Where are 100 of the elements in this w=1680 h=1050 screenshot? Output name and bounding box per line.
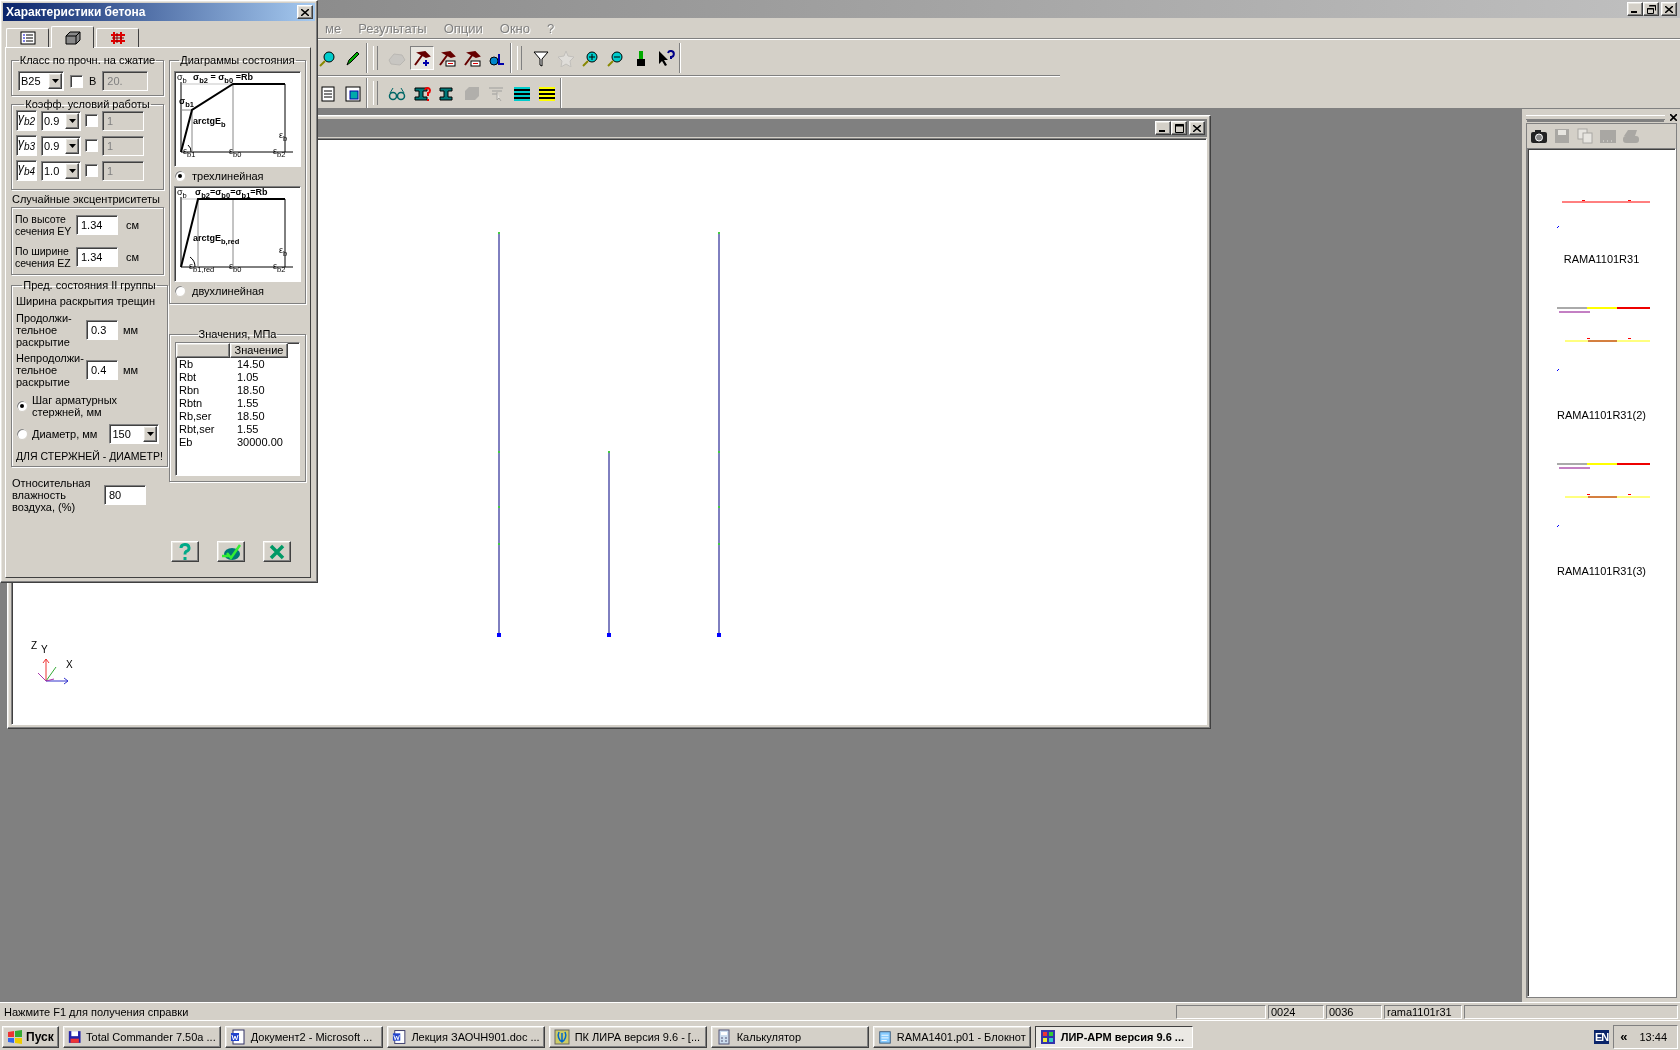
dropdown-button[interactable] (65, 112, 79, 129)
field-label: Продолжи-тельное раскрытие (16, 312, 73, 348)
dialog-title: Характеристики бетона (6, 5, 146, 19)
caret-icon (51, 79, 59, 83)
checkbox[interactable] (85, 114, 98, 127)
diagram-label: ε$_{b2}$ (273, 146, 286, 160)
unit-label: см (125, 219, 140, 231)
help-cursor-icon (657, 49, 675, 67)
close-button[interactable] (1661, 2, 1677, 16)
taskbar-button[interactable]: RAMA1401.p01 - Блокнот (872, 1025, 1031, 1048)
language-indicator[interactable]: EN (1593, 1029, 1610, 1044)
input-field[interactable]: 1.34 (76, 215, 118, 235)
radio-button[interactable] (174, 170, 186, 182)
table-cell: 1.55 (237, 423, 259, 436)
radio-button[interactable] (16, 428, 28, 440)
cube-icon (64, 30, 81, 45)
dropdown-button[interactable] (48, 73, 62, 89)
document-icon (391, 1028, 407, 1045)
camera-icon[interactable] (1530, 128, 1548, 144)
thumbnail-label: RAMA1101R31(3) (1556, 565, 1647, 577)
input-field[interactable]: 1.34 (76, 247, 118, 267)
radio-button[interactable] (16, 400, 28, 412)
windows-logo-icon (7, 1029, 23, 1044)
tab[interactable] (6, 28, 49, 47)
taskbar-button[interactable]: ПК ЛИРА версия 9.6 - [... (548, 1025, 707, 1048)
status-field: rama1101r31 (1384, 1004, 1462, 1019)
diagram-label: σ$_{b2}$=σ$_{b0}$=σ$_{b1}$=Rb (195, 187, 268, 201)
checkbox[interactable] (70, 74, 83, 88)
help-button[interactable] (171, 541, 199, 562)
taskbar-button[interactable]: Лекция ЗАОЧН901.doc ... (386, 1025, 545, 1048)
ok-button[interactable] (217, 541, 245, 562)
table-cell-text: Rbt,ser (179, 423, 216, 436)
field-label: Непродолжи-тельное раскрытие (16, 352, 84, 388)
input-field[interactable]: 0.4 (86, 360, 118, 380)
check-icon (221, 542, 241, 561)
input-field[interactable]: 0.3 (86, 320, 118, 340)
close-icon (1193, 124, 1201, 132)
layers-icon (538, 84, 556, 102)
group-label: Значения, МПа (197, 328, 278, 340)
radio-label: Шаг арматурных стержней, мм (32, 394, 119, 418)
checkbox[interactable] (85, 139, 98, 152)
tab[interactable] (51, 26, 94, 48)
dropdown[interactable]: 0.9 (41, 135, 81, 156)
floppy-icon (67, 1028, 82, 1045)
panel-grip[interactable] (1526, 114, 1665, 120)
hammer-plus-button[interactable] (410, 46, 434, 70)
table-cell: 18.50 (237, 410, 265, 423)
restore-button[interactable] (1643, 2, 1659, 16)
hammer-plus-icon (413, 49, 431, 67)
maximize-button[interactable] (1171, 121, 1187, 135)
start-button[interactable]: Пуск (2, 1025, 59, 1048)
column-header[interactable]: Значение (230, 343, 288, 358)
clock: 13:44 (1639, 1030, 1667, 1043)
table-cell: 18.50 (237, 384, 265, 397)
radio-button[interactable] (174, 285, 186, 297)
diagram-label: arctgE$_{b,red}$ (193, 233, 240, 247)
star-icon (557, 49, 575, 67)
group-label: Коэфф. условий работы (24, 98, 151, 110)
close-button[interactable] (1189, 121, 1205, 135)
input-field[interactable]: 80 (104, 485, 146, 505)
table-cell: 1.55 (237, 397, 259, 410)
grid-icon (109, 31, 126, 45)
taskbar-button[interactable]: Калькулятор (710, 1025, 869, 1048)
layers-icon (513, 84, 531, 102)
dropdown[interactable]: B25 (18, 71, 64, 91)
checkbox[interactable] (85, 164, 98, 177)
lyre-icon (553, 1028, 570, 1045)
field-label: Относительная влажность воздуха, (%) (12, 477, 92, 513)
dropdown[interactable]: 0.9 (41, 110, 81, 131)
expand-button[interactable]: « (1620, 1029, 1628, 1044)
dropdown-button[interactable] (65, 162, 79, 179)
taskbar-button[interactable]: Документ2 - Microsoft ... (224, 1025, 383, 1048)
minimize-button[interactable] (1155, 121, 1171, 135)
page-icon (319, 84, 337, 102)
close-button[interactable] (297, 5, 313, 19)
taskbar-button[interactable]: Total Commander 7.50a ... (62, 1025, 221, 1048)
dropdown[interactable]: 150 (109, 424, 160, 444)
minimize-button[interactable] (1627, 2, 1643, 16)
dropdown[interactable]: 1.0 (41, 160, 81, 181)
taskbar-button[interactable]: ЛИР-АРМ версия 9.6 ... (1034, 1025, 1193, 1048)
list-icon (19, 31, 36, 45)
dropdown-button[interactable] (143, 426, 158, 442)
tab[interactable] (96, 28, 139, 47)
document-icon (229, 1028, 246, 1045)
diagram-label: σ$_{b}$ (177, 187, 187, 201)
column-header[interactable] (176, 343, 230, 358)
close-icon[interactable] (1670, 113, 1677, 121)
dropdown-button[interactable] (65, 137, 79, 154)
unit-label: мм (122, 364, 139, 376)
caret-icon (146, 432, 154, 436)
cross-icon (267, 542, 287, 561)
group-label: Класс по прочн. на сжатие (18, 54, 157, 66)
status-field: 0036 (1326, 1004, 1382, 1019)
axis-label: X (66, 660, 73, 670)
beam-icon (438, 84, 456, 102)
cancel-button[interactable] (263, 541, 291, 562)
table-cell-text: Rbn (179, 384, 201, 397)
window-icon (344, 84, 362, 102)
diagram-label: ε$_{b}$ (279, 130, 288, 144)
radio-label: двухлинейная (192, 285, 265, 297)
